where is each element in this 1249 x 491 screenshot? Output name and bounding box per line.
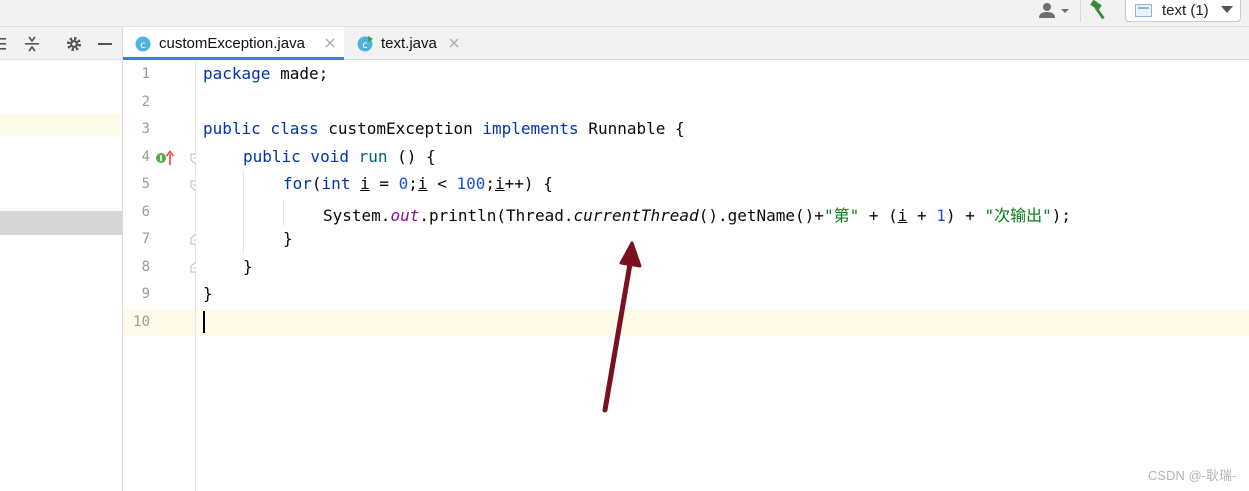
editor-gutter[interactable]: 1 2 3 4 5 6 7 8 9 10 — [123, 61, 202, 491]
code-line-7: } — [283, 229, 293, 248]
code-line-4: public void run () { — [243, 147, 436, 166]
collapse-icon[interactable] — [0, 35, 14, 53]
line-number: 1 — [141, 66, 150, 82]
line-number: 7 — [141, 231, 150, 247]
implements-method-icon[interactable] — [155, 150, 175, 166]
toolbar-separator — [1080, 0, 1081, 22]
svg-text:c: c — [362, 40, 368, 51]
gear-icon[interactable] — [65, 35, 83, 53]
line-number: 4 — [141, 149, 150, 165]
main-toolbar: text (1) — [0, 0, 1249, 27]
code-line-1: package made; — [203, 64, 329, 83]
hammer-icon[interactable] — [1088, 0, 1112, 22]
user-icon[interactable] — [1036, 1, 1074, 23]
line-number: 8 — [141, 259, 150, 275]
indent-guide — [243, 171, 244, 253]
run-config-icon — [1135, 4, 1152, 17]
code-line-5: for(int i = 0;i < 100;i++) { — [283, 174, 553, 193]
line-number: 9 — [141, 286, 150, 302]
project-tree-highlight — [0, 113, 122, 136]
tab-label: customException.java — [159, 35, 305, 52]
line-number: 5 — [141, 176, 150, 192]
code-line-8: } — [243, 257, 253, 276]
java-class-icon: c — [135, 36, 151, 52]
line-number: 6 — [141, 204, 150, 220]
project-panel-toolbar — [0, 27, 122, 60]
tab-label: text.java — [381, 35, 437, 52]
minimize-icon[interactable] — [96, 35, 114, 53]
code-editor[interactable]: package made; public class customExcepti… — [196, 61, 1249, 491]
svg-text:c: c — [140, 40, 146, 51]
run-config-label: text (1) — [1162, 2, 1209, 19]
java-runnable-class-icon: c — [357, 36, 373, 52]
code-line-6: System.out.println(Thread.currentThread(… — [323, 206, 1072, 225]
editor-tab-bar: c customException.java c text.java — [123, 27, 1249, 60]
run-configuration-dropdown[interactable]: text (1) — [1125, 0, 1241, 22]
chevron-down-icon — [1221, 6, 1233, 13]
close-icon[interactable] — [448, 37, 460, 49]
line-number: 2 — [141, 94, 150, 110]
project-tree-selected-row[interactable] — [0, 211, 122, 235]
watermark: CSDN @-耿瑞- — [1148, 468, 1237, 483]
tab-customexception[interactable]: c customException.java — [123, 27, 344, 60]
expand-icon[interactable] — [23, 35, 41, 53]
text-caret — [203, 311, 205, 333]
indent-guide — [283, 199, 284, 226]
tab-text[interactable]: c text.java — [345, 27, 470, 60]
close-icon[interactable] — [324, 37, 336, 49]
code-line-3: public class customException implements … — [203, 119, 685, 138]
line-number: 10 — [133, 314, 150, 330]
project-panel — [0, 27, 123, 491]
current-line-highlight — [196, 309, 1249, 336]
code-line-9: } — [203, 284, 213, 303]
line-number: 3 — [141, 121, 150, 137]
